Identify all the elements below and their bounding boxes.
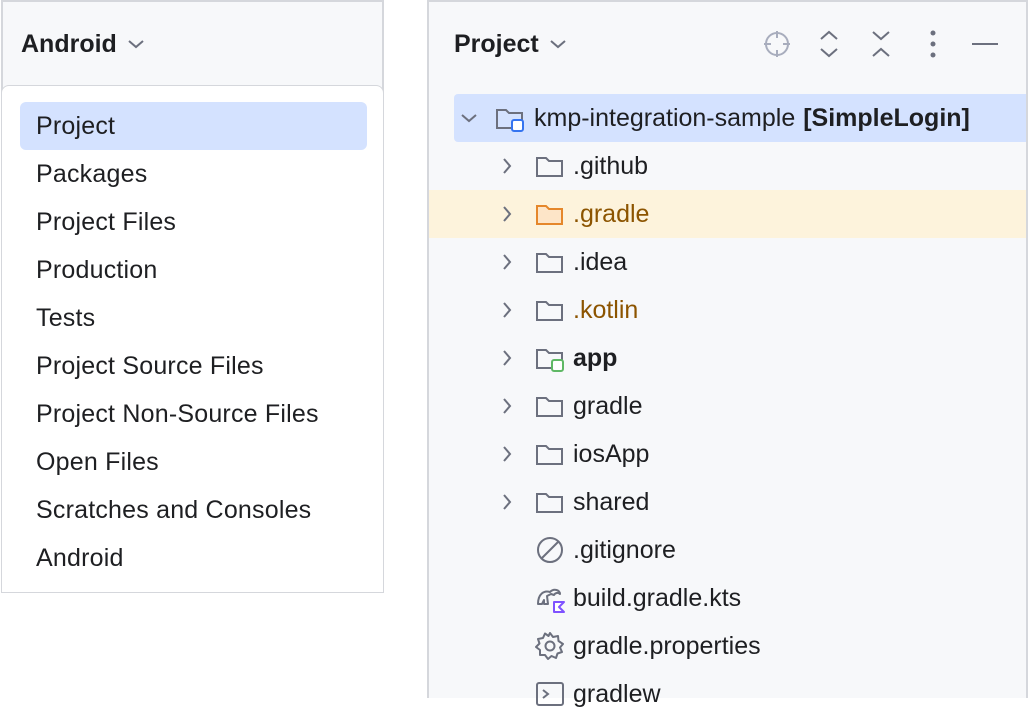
root-project-name: kmp-integration-sample (534, 103, 796, 132)
chevron-right-icon[interactable] (495, 346, 519, 370)
tree-label: gradle.properties (573, 631, 761, 660)
chevron-down-icon[interactable] (457, 106, 481, 130)
project-tool-window-header: Project (429, 2, 1026, 86)
tree-row-iosapp[interactable]: iosApp (429, 430, 1026, 478)
collapse-all-icon[interactable] (861, 24, 901, 64)
tree-row-idea[interactable]: .idea (429, 238, 1026, 286)
module-folder-icon (494, 102, 526, 134)
folder-icon (534, 246, 566, 278)
chevron-right-icon[interactable] (495, 298, 519, 322)
minimize-icon[interactable] (965, 24, 1005, 64)
chevron-right-icon[interactable] (495, 442, 519, 466)
excluded-folder-icon (534, 198, 566, 230)
tree-row-gradle[interactable]: gradle (429, 382, 1026, 430)
chevron-right-icon[interactable] (495, 490, 519, 514)
tree-row-shared[interactable]: shared (429, 478, 1026, 526)
folder-icon (534, 150, 566, 182)
tree-label: iosApp (573, 439, 650, 468)
folder-icon (534, 294, 566, 326)
tree-label: .gitignore (573, 535, 676, 564)
tree-label: build.gradle.kts (573, 583, 742, 612)
tree-label: shared (573, 487, 650, 516)
chevron-right-icon[interactable] (495, 202, 519, 226)
ignore-file-icon (534, 534, 566, 566)
expand-all-icon[interactable] (809, 24, 849, 64)
tree-label: gradlew (573, 679, 661, 708)
tree-row-kotlin[interactable]: .kotlin (429, 286, 1026, 334)
chevron-right-icon[interactable] (495, 250, 519, 274)
tree-row-root[interactable]: kmp-integration-sample [SimpleLogin] (454, 94, 1026, 142)
project-tree: kmp-integration-sample [SimpleLogin] .git… (429, 94, 1026, 718)
menu-item-scratches-and-consoles[interactable]: Scratches and Consoles (20, 486, 367, 534)
settings-file-icon (534, 630, 566, 662)
root-module-name: [SimpleLogin] (803, 103, 970, 132)
view-switch-title: Android (21, 29, 117, 58)
tree-label-root: kmp-integration-sample [SimpleLogin] (534, 104, 970, 133)
shell-script-icon (534, 678, 566, 710)
tree-row-gradlew[interactable]: gradlew (429, 670, 1026, 718)
tree-row-github[interactable]: .github (429, 142, 1026, 190)
tree-row-gradle-properties[interactable]: gradle.properties (429, 622, 1026, 670)
menu-item-project[interactable]: Project (20, 102, 367, 150)
view-options-popup: Project Packages Project Files Productio… (1, 85, 384, 593)
more-options-icon[interactable] (913, 24, 953, 64)
menu-item-production[interactable]: Production (20, 246, 367, 294)
view-selector-panel: Android Project Packages Project Files P… (1, 0, 384, 593)
project-toolbar (429, 24, 1026, 64)
tree-row-gitignore[interactable]: .gitignore (429, 526, 1026, 574)
tree-row-app[interactable]: app (429, 334, 1026, 382)
menu-item-project-source-files[interactable]: Project Source Files (20, 342, 367, 390)
chevron-down-icon (127, 38, 145, 50)
folder-icon (534, 390, 566, 422)
android-module-folder-icon (534, 342, 566, 374)
folder-icon (534, 486, 566, 518)
menu-item-project-non-source-files[interactable]: Project Non-Source Files (20, 390, 367, 438)
tree-label: app (573, 343, 618, 372)
tree-label: gradle (573, 391, 643, 420)
tree-row-build-gradle-kts[interactable]: build.gradle.kts (429, 574, 1026, 622)
tree-label: .gradle (573, 199, 650, 228)
view-switch-dropdown[interactable]: Android (21, 30, 145, 59)
chevron-right-icon[interactable] (495, 154, 519, 178)
menu-item-android[interactable]: Android (20, 534, 367, 582)
tree-label: .github (573, 151, 649, 180)
gradle-kotlin-file-icon (534, 582, 566, 614)
menu-item-project-files[interactable]: Project Files (20, 198, 367, 246)
locate-icon[interactable] (757, 24, 797, 64)
chevron-right-icon[interactable] (495, 394, 519, 418)
tree-label: .idea (573, 247, 628, 276)
tree-row-gradle-hidden[interactable]: .gradle (429, 190, 1026, 238)
tree-label: .kotlin (573, 295, 639, 324)
menu-item-packages[interactable]: Packages (20, 150, 367, 198)
view-selector-header: Android (3, 2, 382, 86)
menu-item-open-files[interactable]: Open Files (20, 438, 367, 486)
menu-item-tests[interactable]: Tests (20, 294, 367, 342)
project-tool-window: Project kmp-integration-sample [SimpleLo… (427, 0, 1028, 708)
folder-icon (534, 438, 566, 470)
